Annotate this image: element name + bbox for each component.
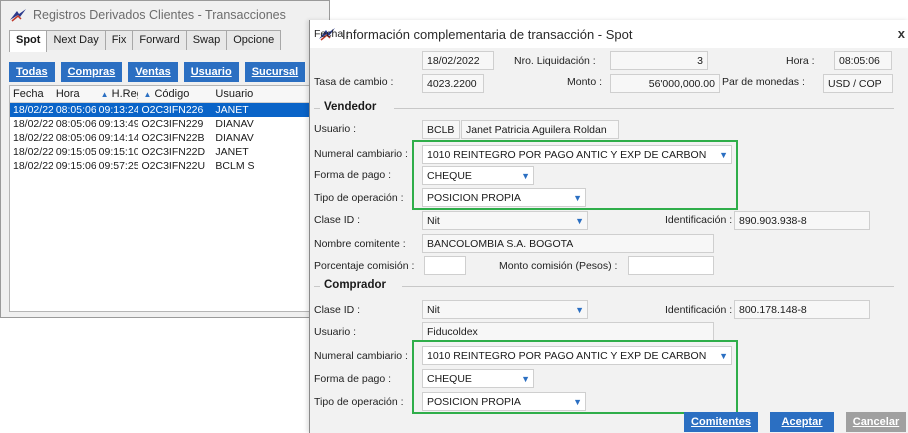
monto-comision-field[interactable] xyxy=(628,256,714,275)
fecha-label: Fecha : xyxy=(314,28,350,40)
dialog-title-bar: Información complementaria de transacció… xyxy=(310,20,908,48)
grid-header: Fecha Hora ▲ H.Reg ▲ Código Usuario xyxy=(10,86,329,103)
vendedor-ident-label: Identificación : xyxy=(665,214,733,226)
vendedor-clase-label: Clase ID : xyxy=(314,214,361,226)
vendedor-usuario-code: BCLB xyxy=(422,120,460,139)
comprador-ident-label: Identificación : xyxy=(665,304,733,316)
fecha-field: 18/02/2022 xyxy=(422,51,494,70)
filter-compras-button[interactable]: Compras xyxy=(60,62,123,82)
tasa-label: Tasa de cambio : xyxy=(314,76,394,88)
par-monedas-label: Par de monedas : xyxy=(722,76,805,88)
tab-next-day[interactable]: Next Day xyxy=(46,30,106,50)
column-header-codigo[interactable]: ▲ Código xyxy=(138,86,212,102)
vendedor-highlight-box xyxy=(412,140,738,210)
section-divider xyxy=(314,286,320,287)
vendedor-usuario-label: Usuario : xyxy=(314,123,357,135)
vendedor-nombre-field: BANCOLOMBIA S.A. BOGOTA xyxy=(422,234,714,253)
filter-sucursal-button[interactable]: Sucursal xyxy=(244,62,306,82)
hora-label: Hora : xyxy=(786,55,815,67)
filter-ventas-button[interactable]: Ventas xyxy=(128,62,178,82)
comprador-usuario-label: Usuario : xyxy=(314,326,357,338)
comprador-clase-select[interactable]: Nit ▼ xyxy=(422,300,588,319)
column-header-hora[interactable]: Hora xyxy=(53,86,96,102)
liquidacion-label: Nro. Liquidación : xyxy=(514,55,596,67)
table-row[interactable]: 18/02/22 08:05:06 09:14:14 O2C3IFN22B DIANAV xyxy=(10,131,329,145)
tab-swap[interactable]: Swap xyxy=(185,30,228,50)
background-title-bar: Registros Derivados Clientes - Transacci… xyxy=(1,1,329,29)
vendedor-numeral-label: Numeral cambiario : xyxy=(314,148,408,160)
aceptar-button[interactable]: Aceptar xyxy=(770,412,834,432)
column-header-fecha[interactable]: Fecha xyxy=(10,86,53,102)
sort-asc-icon: ▲ xyxy=(100,90,109,99)
background-window: Registros Derivados Clientes - Transacci… xyxy=(0,0,330,318)
filter-todas-button[interactable]: Todas xyxy=(9,62,55,82)
comitentes-button[interactable]: Comitentes xyxy=(684,412,758,432)
monto-label: Monto : xyxy=(567,76,603,88)
tab-forward[interactable]: Forward xyxy=(132,30,187,50)
transaction-tabs: Spot Next Day Fix Forward Swap Opcione xyxy=(9,30,282,52)
hora-field: 08:05:06 xyxy=(834,51,892,70)
tab-fix[interactable]: Fix xyxy=(104,30,134,50)
vendedor-usuario-name: Janet Patricia Aguilera Roldan xyxy=(461,120,619,139)
filter-bar: Todas Compras Ventas Usuario Sucursal xyxy=(9,62,329,82)
column-header-hreg[interactable]: ▲ H.Reg xyxy=(96,86,139,102)
comprador-tipo-label: Tipo de operación : xyxy=(314,396,404,408)
filter-usuario-button[interactable]: Usuario xyxy=(183,62,239,82)
vendedor-nombre-label: Nombre comitente : xyxy=(314,238,406,250)
liquidacion-field: 3 xyxy=(610,51,708,70)
porcentaje-comision-field[interactable] xyxy=(424,256,466,275)
vendedor-section-title: Vendedor xyxy=(324,101,377,113)
comprador-highlight-box xyxy=(412,340,738,414)
table-row[interactable]: 18/02/22 08:05:06 09:13:24 O2C3IFN226 JANET xyxy=(10,103,329,117)
comprador-clase-label: Clase ID : xyxy=(314,304,361,316)
background-window-title: Registros Derivados Clientes - Transacci… xyxy=(33,8,286,22)
transaction-info-dialog: Información complementaria de transacció… xyxy=(309,20,908,433)
par-monedas-field: USD / COP xyxy=(823,74,893,93)
porcentaje-comision-label: Porcentaje comisión : xyxy=(314,260,415,272)
vendedor-tipo-label: Tipo de operación : xyxy=(314,192,404,204)
section-divider xyxy=(314,108,320,109)
comprador-ident-field: 800.178.148-8 xyxy=(734,300,870,319)
comprador-usuario-field: Fiducoldex xyxy=(422,322,714,341)
sort-asc-icon: ▲ xyxy=(143,90,152,99)
table-row[interactable]: 18/02/22 09:15:05 09:15:10 O2C3IFN22D JANET xyxy=(10,145,329,159)
comprador-section-title: Comprador xyxy=(324,279,386,291)
comprador-numeral-label: Numeral cambiario : xyxy=(314,350,408,362)
transactions-grid: Fecha Hora ▲ H.Reg ▲ Código Usuario 18/0… xyxy=(9,85,329,312)
close-icon[interactable]: x xyxy=(898,26,905,41)
comprador-forma-label: Forma de pago : xyxy=(314,373,392,385)
vendedor-ident-field: 890.903.938-8 xyxy=(734,211,870,230)
tab-spot[interactable]: Spot xyxy=(9,30,48,52)
vendedor-forma-label: Forma de pago : xyxy=(314,169,392,181)
dialog-title: Información complementaria de transacció… xyxy=(342,26,633,42)
cancelar-button[interactable]: Cancelar xyxy=(846,412,906,432)
monto-comision-label: Monto comisión (Pesos) : xyxy=(499,260,618,272)
section-divider xyxy=(394,108,894,109)
tab-opciones[interactable]: Opcione xyxy=(226,30,282,50)
vendedor-clase-select[interactable]: Nit ▼ xyxy=(422,211,588,230)
tasa-field: 4023.2200 xyxy=(422,74,484,93)
chevron-down-icon: ▼ xyxy=(575,216,584,226)
app-logo-icon xyxy=(9,8,27,22)
monto-field: 56'000,000.00 xyxy=(610,74,720,93)
table-row[interactable]: 18/02/22 08:05:06 09:13:49 O2C3IFN229 DIANAV xyxy=(10,117,329,131)
chevron-down-icon: ▼ xyxy=(575,305,584,315)
section-divider xyxy=(402,286,894,287)
table-row[interactable]: 18/02/22 09:15:06 09:57:25 O2C3IFN22U BCLM S xyxy=(10,159,329,173)
